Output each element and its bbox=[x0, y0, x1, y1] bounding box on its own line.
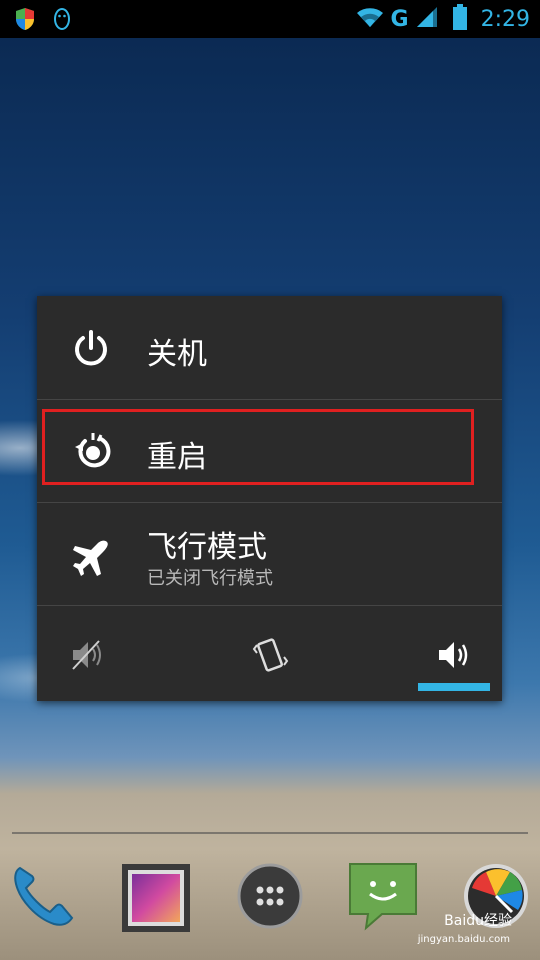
shield-icon bbox=[14, 7, 36, 35]
wifi-icon bbox=[355, 5, 385, 33]
baidu-watermark-url: jingyan.baidu.com bbox=[417, 934, 510, 945]
power-off-option[interactable]: 关机 bbox=[37, 296, 502, 400]
sound-on-icon[interactable] bbox=[435, 635, 475, 675]
dock-divider bbox=[12, 832, 528, 834]
phone-icon[interactable] bbox=[6, 860, 78, 932]
airplane-mode-status: 已关闭飞行模式 bbox=[147, 568, 273, 589]
power-menu-dialog: 关机 重启 飞行模式 已关闭飞行模式 bbox=[37, 296, 502, 701]
airplane-icon bbox=[71, 538, 111, 578]
messaging-icon[interactable] bbox=[348, 860, 420, 932]
power-off-label: 关机 bbox=[147, 337, 207, 372]
airplane-mode-label: 飞行模式 bbox=[147, 530, 267, 565]
airplane-mode-option[interactable]: 飞行模式 已关闭飞行模式 bbox=[37, 502, 502, 606]
reboot-highlight-box bbox=[42, 409, 474, 485]
signal-icon bbox=[415, 5, 439, 33]
qq-penguin-icon bbox=[52, 7, 72, 35]
gallery-icon[interactable] bbox=[122, 864, 190, 932]
baidu-watermark: Baidu经验 bbox=[444, 913, 512, 929]
status-bar: G 2:29 bbox=[0, 0, 540, 38]
app-drawer-icon[interactable] bbox=[236, 862, 308, 934]
power-icon bbox=[71, 328, 111, 368]
network-type-label: G bbox=[390, 6, 409, 32]
silent-icon[interactable] bbox=[67, 635, 107, 675]
battery-icon bbox=[452, 4, 467, 34]
selected-sound-indicator bbox=[418, 683, 490, 691]
clock: 2:29 bbox=[480, 6, 530, 32]
vibrate-icon[interactable] bbox=[251, 635, 291, 675]
